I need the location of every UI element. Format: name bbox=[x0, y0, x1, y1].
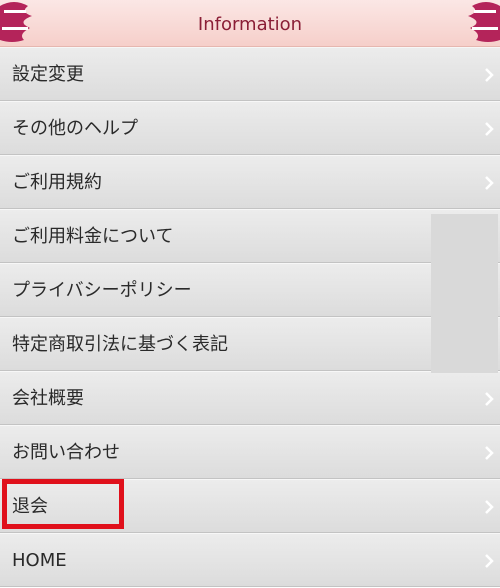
menu-item-label: HOME bbox=[12, 550, 67, 571]
menu-item-home[interactable]: HOME bbox=[0, 533, 500, 587]
menu-item-label: ご利用料金について bbox=[12, 226, 174, 247]
chevron-right-icon bbox=[485, 68, 494, 82]
menu-item-privacy-policy[interactable]: プライバシーポリシー bbox=[0, 263, 500, 317]
redaction-overlay bbox=[431, 214, 498, 373]
menu-item-label: ご利用規約 bbox=[12, 172, 102, 193]
chevron-right-icon bbox=[485, 176, 494, 190]
chevron-right-icon bbox=[485, 122, 494, 136]
menu-item-unsubscribe[interactable]: 退会 bbox=[0, 479, 500, 533]
menu-item-company[interactable]: 会社概要 bbox=[0, 371, 500, 425]
chevron-right-icon bbox=[485, 446, 494, 460]
menu-item-commerce-law[interactable]: 特定商取引法に基づく表記 bbox=[0, 317, 500, 371]
menu-item-other-help[interactable]: その他のヘルプ bbox=[0, 101, 500, 155]
menu-item-pricing[interactable]: ご利用料金について bbox=[0, 209, 500, 263]
menu-item-label: 退会 bbox=[12, 496, 48, 517]
chevron-right-icon bbox=[485, 500, 494, 514]
information-menu: 設定変更 その他のヘルプ ご利用規約 ご利用料金について プライバシーポリシー … bbox=[0, 47, 500, 587]
app-header: Information bbox=[0, 0, 500, 47]
chevron-right-icon bbox=[485, 392, 494, 406]
menu-item-label: 特定商取引法に基づく表記 bbox=[12, 334, 228, 355]
menu-item-label: お問い合わせ bbox=[12, 442, 120, 463]
menu-item-label: 設定変更 bbox=[12, 64, 84, 85]
menu-item-label: プライバシーポリシー bbox=[12, 280, 192, 301]
decorative-ribbon-right-icon bbox=[468, 2, 500, 42]
menu-item-settings[interactable]: 設定変更 bbox=[0, 47, 500, 101]
menu-item-terms[interactable]: ご利用規約 bbox=[0, 155, 500, 209]
menu-item-label: 会社概要 bbox=[12, 388, 84, 409]
menu-item-label: その他のヘルプ bbox=[12, 118, 138, 139]
chevron-right-icon bbox=[485, 554, 494, 568]
page-title: Information bbox=[197, 14, 303, 35]
menu-item-contact[interactable]: お問い合わせ bbox=[0, 425, 500, 479]
